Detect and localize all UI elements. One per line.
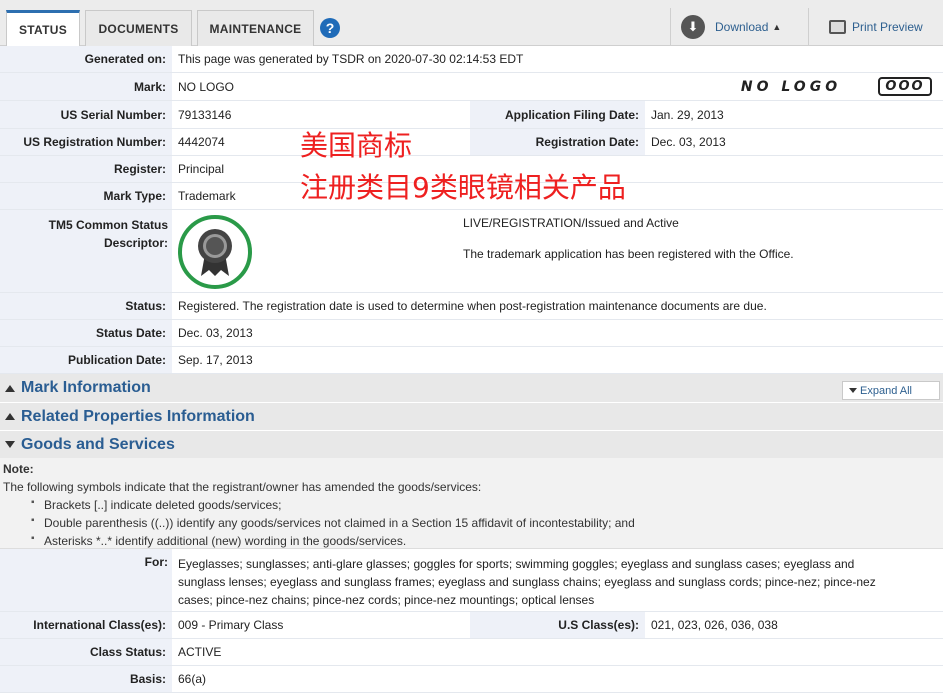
expand-all-label: Expand All xyxy=(860,384,912,397)
mark-value: NO LOGO xyxy=(178,79,235,94)
note-intro: The following symbols indicate that the … xyxy=(3,480,482,494)
section-goods-and-services[interactable]: Goods and Services xyxy=(0,430,943,458)
mark-type-label: Mark Type: xyxy=(0,183,172,209)
mark-image-text: NO LOGO xyxy=(740,78,842,95)
print-preview-button[interactable]: Print Preview xyxy=(808,8,943,46)
class-status-label: Class Status: xyxy=(0,639,172,665)
row-goods-for: For: Eyeglasses; sunglasses; anti-glare … xyxy=(0,549,943,612)
section-mark-information[interactable]: Mark Information xyxy=(0,374,943,402)
filing-date-label: Application Filing Date: xyxy=(470,101,645,128)
publication-date-value: Sep. 17, 2013 xyxy=(178,353,253,367)
row-publication-date: Publication Date: Sep. 17, 2013 xyxy=(0,347,943,374)
download-icon: ⬇ xyxy=(681,15,705,39)
basis-label: Basis: xyxy=(0,666,172,692)
list-item: Double parenthesis ((..)) identify any g… xyxy=(31,515,635,530)
printer-icon xyxy=(829,20,846,34)
tm5-status-line: LIVE/REGISTRATION/Issued and Active xyxy=(463,216,679,230)
class-status-value: ACTIVE xyxy=(178,645,222,659)
register-value: Principal xyxy=(178,162,225,176)
registration-number-label: US Registration Number: xyxy=(0,129,172,155)
print-preview-label: Print Preview xyxy=(852,20,923,34)
basis-value: 66(a) xyxy=(178,672,207,686)
help-icon[interactable]: ? xyxy=(320,18,340,38)
status-value: Registered. The registration date is use… xyxy=(178,299,767,313)
register-label: Register: xyxy=(0,156,172,182)
filing-date-value: Jan. 29, 2013 xyxy=(651,107,724,122)
tm5-description: The trademark application has been regis… xyxy=(463,247,794,261)
goods-note: Note: The following symbols indicate tha… xyxy=(0,458,943,549)
tm5-label-line1: TM5 Common Status xyxy=(48,218,168,232)
download-button[interactable]: ⬇ Download ▲ xyxy=(670,8,808,46)
row-status-date: Status Date: Dec. 03, 2013 xyxy=(0,320,943,347)
us-class-label: U.S Class(es): xyxy=(470,612,645,638)
row-status: Status: Registered. The registration dat… xyxy=(0,293,943,320)
row-registration: US Registration Number: 4442074 Registra… xyxy=(0,129,943,156)
goods-for-value: Eyeglasses; sunglasses; anti-glare glass… xyxy=(172,549,876,611)
registration-date-label: Registration Date: xyxy=(470,129,645,155)
registration-date-value: Dec. 03, 2013 xyxy=(651,135,726,149)
section-related-properties-title: Related Properties Information xyxy=(21,407,255,425)
list-item: Brackets [..] indicate deleted goods/ser… xyxy=(31,497,281,512)
goods-for-line: Eyeglasses; sunglasses; anti-glare glass… xyxy=(178,557,855,571)
expand-down-icon xyxy=(5,441,15,448)
row-basis: Basis: 66(a) xyxy=(0,666,943,693)
row-mark: Mark: NO LOGO NO LOGO OOO xyxy=(0,73,943,101)
tab-bar: STATUS DOCUMENTS MAINTENANCE ? ⬇ Downloa… xyxy=(0,0,943,47)
intl-class-label: International Class(es): xyxy=(0,612,172,638)
mark-logo-icon: OOO xyxy=(878,77,932,96)
collapse-up-icon xyxy=(5,413,15,420)
caret-up-icon: ▲ xyxy=(772,22,782,32)
tm5-label-line2: Descriptor: xyxy=(103,236,168,250)
list-item: Asterisks *..* identify additional (new)… xyxy=(31,533,406,548)
tab-documents[interactable]: DOCUMENTS xyxy=(85,10,192,46)
registered-seal-icon xyxy=(178,215,252,289)
status-date-label: Status Date: xyxy=(0,320,172,346)
row-generated-on: Generated on: This page was generated by… xyxy=(0,46,943,73)
watermark-line2: 注册类目9类眼镜相关产品 xyxy=(300,171,626,204)
section-goods-and-services-title: Goods and Services xyxy=(21,435,175,453)
generated-on-label: Generated on: xyxy=(0,46,172,72)
publication-date-label: Publication Date: xyxy=(0,347,172,373)
goods-for-line: sunglass lenses; eyeglass and sunglass f… xyxy=(178,575,876,589)
section-mark-information-title: Mark Information xyxy=(21,379,151,396)
section-related-properties[interactable]: Related Properties Information xyxy=(0,402,943,430)
row-serial: US Serial Number: 79133146 Application F… xyxy=(0,101,943,129)
serial-label: US Serial Number: xyxy=(0,101,172,128)
tab-maintenance[interactable]: MAINTENANCE xyxy=(197,10,314,46)
goods-for-label: For: xyxy=(0,549,172,611)
generated-on-value: This page was generated by TSDR on 2020-… xyxy=(178,52,524,66)
note-title: Note: xyxy=(3,462,34,476)
intl-class-value: 009 - Primary Class xyxy=(178,618,284,632)
expand-all-button[interactable]: Expand All xyxy=(842,381,940,400)
expand-down-icon xyxy=(849,388,857,393)
us-class-value: 021, 023, 026, 036, 038 xyxy=(651,618,778,632)
mark-type-value: Trademark xyxy=(178,189,236,203)
status-label: Status: xyxy=(0,293,172,319)
goods-for-line: cases; pince-nez chains; pince-nez cords… xyxy=(178,593,595,607)
download-label: Download xyxy=(715,20,769,34)
status-date-value: Dec. 03, 2013 xyxy=(178,326,253,340)
watermark-line1: 美国商标 xyxy=(300,129,413,162)
tm5-label: TM5 Common Status Descriptor: xyxy=(0,210,172,292)
mark-label: Mark: xyxy=(0,73,172,100)
collapse-up-icon xyxy=(5,384,15,392)
row-class-status: Class Status: ACTIVE xyxy=(0,639,943,666)
row-international-class: International Class(es): 009 - Primary C… xyxy=(0,612,943,639)
row-tm5: TM5 Common Status Descriptor: LIVE/REGIS… xyxy=(0,210,943,293)
tab-status[interactable]: STATUS xyxy=(6,10,80,47)
